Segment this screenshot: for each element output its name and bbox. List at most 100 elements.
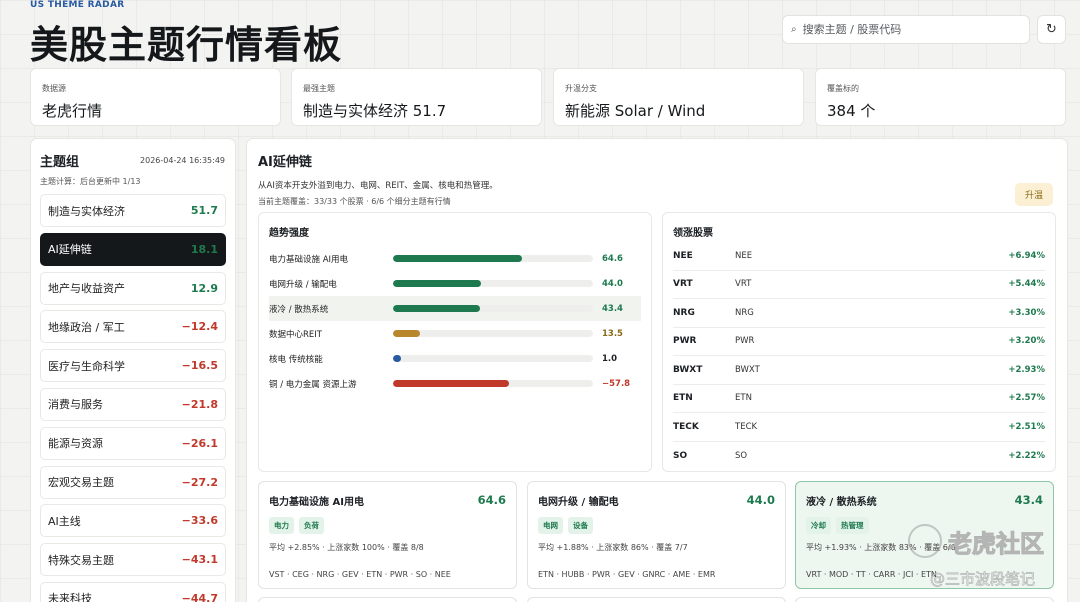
leader-ticker: TECK	[673, 421, 699, 432]
theme-item-label: 地产与收益资产	[48, 282, 125, 296]
stat-value: 384 个	[827, 102, 876, 120]
trend-row[interactable]: 核电 传统核能 1.0	[269, 346, 641, 371]
leader-name: TECK	[735, 421, 758, 432]
card-tickers: ETN · HUBB · PWR · GEV · GNRC · AME · EM…	[538, 570, 716, 579]
leaders-title: 领涨股票	[673, 228, 713, 239]
theme-item[interactable]: 医疗与生命科学 −16.5	[40, 349, 226, 383]
leader-name: VRT	[735, 279, 752, 290]
leader-row[interactable]: PWR PWR +3.20%	[673, 328, 1045, 356]
trend-strength-panel: 趋势强度 电力基础设施 AI用电 64.6 电网升级 / 输配电 44.0 液冷 / 散…	[258, 212, 652, 472]
trend-bar-fill	[393, 380, 509, 387]
stat-label: 覆盖标的	[827, 84, 859, 93]
leading-stocks-panel: 领涨股票 NEE NEE +6.94% VRT VRT +5.44% NRG NRG +3.30…	[662, 212, 1056, 472]
sidebar-subtitle: 主题计算：后台更新中 1/13	[40, 177, 141, 186]
theme-sidebar: 主题组 2026-04-24 16:35:49 主题计算：后台更新中 1/13 …	[30, 138, 236, 602]
leader-row[interactable]: ETN ETN +2.57%	[673, 385, 1045, 413]
leader-name: NEE	[735, 250, 753, 261]
leader-ticker: PWR	[673, 336, 697, 347]
trend-row-value: 13.5	[602, 328, 623, 339]
trend-row-name: 液冷 / 散热系统	[269, 304, 329, 315]
sub-theme-card-peek	[258, 597, 517, 602]
theme-item-label: 制造与实体经济	[48, 204, 125, 218]
sidebar-timestamp: 2026-04-24 16:35:49	[140, 156, 225, 165]
card-tag: 热管理	[836, 517, 869, 534]
trend-row[interactable]: 铜 / 电力金属 资源上游 −57.8	[269, 371, 641, 396]
theme-item-label: AI延伸链	[48, 243, 92, 257]
theme-item-score: −27.2	[181, 475, 218, 489]
stat-card-strongest: 最强主题 制造与实体经济 51.7	[291, 68, 542, 126]
theme-item[interactable]: AI延伸链 18.1	[40, 232, 226, 266]
leader-row[interactable]: BWXT BWXT +2.93%	[673, 356, 1045, 385]
theme-item-label: 宏观交易主题	[48, 476, 114, 490]
card-tag: 设备	[568, 517, 593, 534]
trend-row-value: 43.4	[602, 303, 623, 314]
leader-row[interactable]: TECK TECK +2.51%	[673, 413, 1045, 442]
theme-description: 从AI资本开支外溢到电力、电网、REIT、金属、核电和热管理。	[258, 181, 498, 191]
theme-item-label: 能源与资源	[48, 437, 103, 451]
theme-item[interactable]: 制造与实体经济 51.7	[40, 194, 226, 227]
trend-row[interactable]: 液冷 / 散热系统 43.4	[269, 296, 641, 321]
theme-item-score: −44.7	[181, 591, 218, 602]
search-input[interactable]	[802, 23, 1003, 36]
leader-row[interactable]: VRT VRT +5.44%	[673, 271, 1045, 299]
sub-theme-card-peek	[795, 597, 1054, 602]
theme-item-score: −12.4	[181, 320, 218, 334]
stat-card-rising: 升温分支 新能源 Solar / Wind	[553, 68, 804, 126]
card-stats: 平均 +1.93% · 上涨家数 83% · 覆盖 6/6	[806, 543, 956, 552]
trend-row[interactable]: 电网升级 / 输配电 44.0	[269, 271, 641, 296]
trend-bar-fill	[393, 305, 480, 312]
card-title: 电网升级 / 输配电	[538, 497, 619, 508]
leader-row[interactable]: SO SO +2.22%	[673, 442, 1045, 471]
theme-item-score: −33.6	[181, 514, 218, 528]
theme-item[interactable]: 地产与收益资产 12.9	[40, 271, 226, 305]
leader-change: +2.93%	[1008, 364, 1045, 375]
card-tickers: VRT · MOD · TT · CARR · JCI · ETN	[806, 570, 937, 579]
theme-item-label: 未来科技	[48, 592, 92, 602]
card-score: 44.0	[746, 493, 775, 507]
theme-item[interactable]: 宏观交易主题 −27.2	[40, 465, 226, 499]
theme-item[interactable]: 地缘政治 / 军工 −12.4	[40, 310, 226, 344]
trend-row[interactable]: 数据中心REIT 13.5	[269, 321, 641, 346]
sub-theme-card[interactable]: 电力基础设施 AI用电 64.6 电力 负荷 平均 +2.85% · 上涨家数 100%…	[258, 481, 517, 589]
leader-name: NRG	[735, 307, 754, 318]
theme-item-score: −21.8	[181, 397, 218, 411]
theme-item-score: 12.9	[190, 281, 218, 295]
theme-item-score: 51.7	[190, 204, 218, 217]
sub-theme-card[interactable]: 电网升级 / 输配电 44.0 电网 设备 平均 +1.88% · 上涨家数 86% ·…	[527, 481, 786, 589]
leader-row[interactable]: NEE NEE +6.94%	[673, 242, 1045, 271]
trend-row-value: 1.0	[602, 353, 618, 364]
leader-ticker: SO	[673, 450, 688, 461]
theme-item[interactable]: AI主线 −33.6	[40, 504, 226, 538]
trend-bar-fill	[393, 255, 523, 262]
trend-row-name: 电网升级 / 输配电	[269, 279, 337, 290]
leader-change: +5.44%	[1008, 279, 1045, 290]
sub-theme-card[interactable]: 液冷 / 散热系统 43.4 冷却 热管理 平均 +1.93% · 上涨家数 83% ·…	[795, 481, 1054, 589]
stat-value: 新能源 Solar / Wind	[565, 102, 706, 120]
leader-name: PWR	[735, 336, 755, 347]
theme-title: AI延伸链	[258, 155, 312, 170]
trend-bar-track	[393, 280, 593, 287]
search-box[interactable]: ⌕	[782, 15, 1030, 44]
theme-item[interactable]: 能源与资源 −26.1	[40, 426, 226, 460]
card-title: 电力基础设施 AI用电	[269, 497, 364, 508]
theme-item[interactable]: 特殊交易主题 −43.1	[40, 543, 226, 577]
refresh-button[interactable]: ↻	[1037, 15, 1066, 44]
theme-item-label: AI主线	[48, 514, 81, 528]
theme-item[interactable]: 未来科技 −44.7	[40, 581, 226, 602]
refresh-icon: ↻	[1046, 22, 1057, 37]
trend-bar-track	[393, 305, 593, 312]
theme-list: 制造与实体经济 51.7 AI延伸链 18.1 地产与收益资产 12.9 地缘政治 / 军工…	[40, 194, 226, 602]
leader-row[interactable]: NRG NRG +3.30%	[673, 299, 1045, 328]
leader-name: SO	[735, 450, 748, 461]
card-score: 43.4	[1014, 493, 1043, 507]
status-badge: 升温	[1014, 183, 1053, 206]
trend-row-name: 核电 传统核能	[269, 354, 323, 365]
brand-label: US THEME RADAR	[30, 0, 125, 10]
theme-item-label: 特殊交易主题	[48, 553, 114, 567]
trend-row[interactable]: 电力基础设施 AI用电 64.6	[269, 246, 641, 271]
theme-item[interactable]: 消费与服务 −21.8	[40, 387, 226, 421]
theme-item-score: −26.1	[181, 436, 218, 450]
leader-change: +6.94%	[1008, 250, 1045, 261]
theme-item-label: 地缘政治 / 军工	[48, 320, 125, 334]
theme-item-score: 18.1	[190, 242, 218, 256]
